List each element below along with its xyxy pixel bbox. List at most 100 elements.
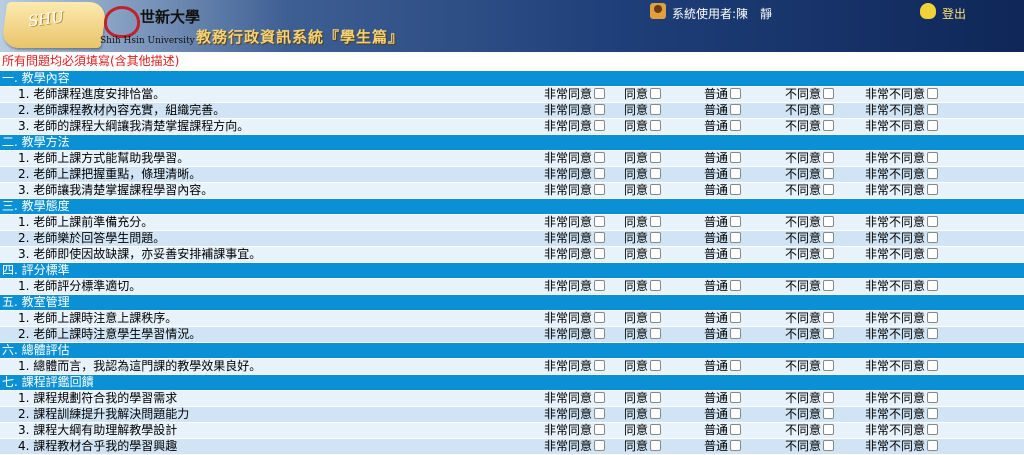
option-checkbox[interactable] bbox=[650, 440, 662, 451]
option-checkbox[interactable] bbox=[650, 392, 662, 403]
option-checkbox[interactable] bbox=[730, 232, 742, 243]
option-checkbox[interactable] bbox=[594, 232, 606, 243]
option-checkbox[interactable] bbox=[730, 152, 742, 163]
option-checkbox[interactable] bbox=[927, 248, 939, 259]
logout-link[interactable]: 登出 bbox=[942, 5, 966, 22]
option-checkbox[interactable] bbox=[927, 280, 939, 291]
option-checkbox[interactable] bbox=[823, 312, 835, 323]
option-checkbox[interactable] bbox=[927, 120, 939, 131]
option-label: 非常不同意 bbox=[865, 311, 926, 325]
option-checkbox[interactable] bbox=[823, 360, 835, 371]
option-checkbox[interactable] bbox=[594, 152, 606, 163]
option-checkbox[interactable] bbox=[594, 120, 606, 131]
option-checkbox[interactable] bbox=[594, 360, 606, 371]
option-checkbox[interactable] bbox=[650, 184, 662, 195]
option-label: 同意 bbox=[624, 103, 649, 117]
university-emblem-icon bbox=[104, 6, 140, 38]
option-checkbox[interactable] bbox=[823, 280, 835, 291]
option-checkbox[interactable] bbox=[650, 408, 662, 419]
option-checkbox[interactable] bbox=[594, 440, 606, 451]
option-checkbox[interactable] bbox=[823, 248, 835, 259]
option-checkbox[interactable] bbox=[823, 104, 835, 115]
option-checkbox[interactable] bbox=[730, 216, 742, 227]
option-checkbox[interactable] bbox=[927, 312, 939, 323]
option-checkbox[interactable] bbox=[927, 152, 939, 163]
option-checkbox[interactable] bbox=[927, 216, 939, 227]
option-checkbox[interactable] bbox=[730, 120, 742, 131]
option-checkbox[interactable] bbox=[730, 280, 742, 291]
option-checkbox[interactable] bbox=[823, 408, 835, 419]
option-checkbox[interactable] bbox=[823, 152, 835, 163]
option-checkbox[interactable] bbox=[594, 408, 606, 419]
option-checkbox[interactable] bbox=[730, 104, 742, 115]
option-checkbox[interactable] bbox=[594, 280, 606, 291]
option-checkbox[interactable] bbox=[730, 248, 742, 259]
option-checkbox[interactable] bbox=[594, 88, 606, 99]
option-checkbox[interactable] bbox=[730, 424, 742, 435]
option-checkbox[interactable] bbox=[594, 216, 606, 227]
option-checkbox[interactable] bbox=[594, 248, 606, 259]
question-row: 1. 總體而言，我認為這門課的教學效果良好。 非常同意 同意 普通 不同意 非常不同意 bbox=[0, 359, 1024, 375]
option-checkbox[interactable] bbox=[594, 104, 606, 115]
option-checkbox[interactable] bbox=[823, 216, 835, 227]
option-checkbox[interactable] bbox=[650, 104, 662, 115]
option-checkbox[interactable] bbox=[730, 392, 742, 403]
option-checkbox[interactable] bbox=[730, 440, 742, 451]
option-checkbox[interactable] bbox=[650, 216, 662, 227]
option-checkbox[interactable] bbox=[823, 440, 835, 451]
option-checkbox[interactable] bbox=[730, 184, 742, 195]
option-checkbox[interactable] bbox=[730, 328, 742, 339]
option-checkbox[interactable] bbox=[927, 408, 939, 419]
option-checkbox[interactable] bbox=[650, 120, 662, 131]
option-checkbox[interactable] bbox=[650, 312, 662, 323]
option-checkbox[interactable] bbox=[730, 360, 742, 371]
option-checkbox[interactable] bbox=[650, 280, 662, 291]
option-checkbox[interactable] bbox=[927, 440, 939, 451]
option-checkbox[interactable] bbox=[927, 104, 939, 115]
option-checkbox[interactable] bbox=[927, 88, 939, 99]
option-checkbox[interactable] bbox=[594, 168, 606, 179]
option-checkbox[interactable] bbox=[823, 424, 835, 435]
option-checkbox[interactable] bbox=[650, 248, 662, 259]
option-checkbox[interactable] bbox=[730, 168, 742, 179]
option-checkbox[interactable] bbox=[594, 424, 606, 435]
option-checkbox[interactable] bbox=[594, 184, 606, 195]
option-strongly-agree: 非常同意 bbox=[544, 311, 606, 326]
option-label: 非常同意 bbox=[544, 231, 593, 245]
option-checkbox[interactable] bbox=[927, 328, 939, 339]
option-checkbox[interactable] bbox=[650, 88, 662, 99]
option-checkbox[interactable] bbox=[730, 88, 742, 99]
option-checkbox[interactable] bbox=[594, 312, 606, 323]
option-checkbox[interactable] bbox=[823, 120, 835, 131]
option-label: 非常不同意 bbox=[865, 215, 926, 229]
option-checkbox[interactable] bbox=[927, 424, 939, 435]
question-text: 1. 老師上課時注意上課秩序。 bbox=[18, 311, 178, 325]
user-icon bbox=[650, 3, 666, 19]
option-checkbox[interactable] bbox=[650, 168, 662, 179]
question-row: 2. 老師上課時注意學生學習情況。 非常同意 同意 普通 不同意 非常不同意 bbox=[0, 327, 1024, 343]
option-checkbox[interactable] bbox=[594, 328, 606, 339]
option-checkbox[interactable] bbox=[927, 232, 939, 243]
option-checkbox[interactable] bbox=[823, 184, 835, 195]
option-checkbox[interactable] bbox=[823, 328, 835, 339]
option-disagree: 不同意 bbox=[785, 231, 835, 246]
option-checkbox[interactable] bbox=[730, 312, 742, 323]
option-checkbox[interactable] bbox=[823, 88, 835, 99]
option-checkbox[interactable] bbox=[927, 184, 939, 195]
option-checkbox[interactable] bbox=[927, 360, 939, 371]
option-checkbox[interactable] bbox=[823, 168, 835, 179]
option-checkbox[interactable] bbox=[823, 392, 835, 403]
lightbulb-icon[interactable] bbox=[920, 3, 936, 19]
option-checkbox[interactable] bbox=[927, 392, 939, 403]
option-checkbox[interactable] bbox=[730, 408, 742, 419]
option-checkbox[interactable] bbox=[650, 152, 662, 163]
option-checkbox[interactable] bbox=[927, 168, 939, 179]
question-text: 2. 老師上課把握重點，條理清晰。 bbox=[18, 167, 202, 181]
option-checkbox[interactable] bbox=[650, 360, 662, 371]
option-checkbox[interactable] bbox=[650, 328, 662, 339]
option-checkbox[interactable] bbox=[650, 424, 662, 435]
option-checkbox[interactable] bbox=[650, 232, 662, 243]
question-text: 2. 老師上課時注意學生學習情況。 bbox=[18, 327, 202, 341]
option-checkbox[interactable] bbox=[594, 392, 606, 403]
option-checkbox[interactable] bbox=[823, 232, 835, 243]
